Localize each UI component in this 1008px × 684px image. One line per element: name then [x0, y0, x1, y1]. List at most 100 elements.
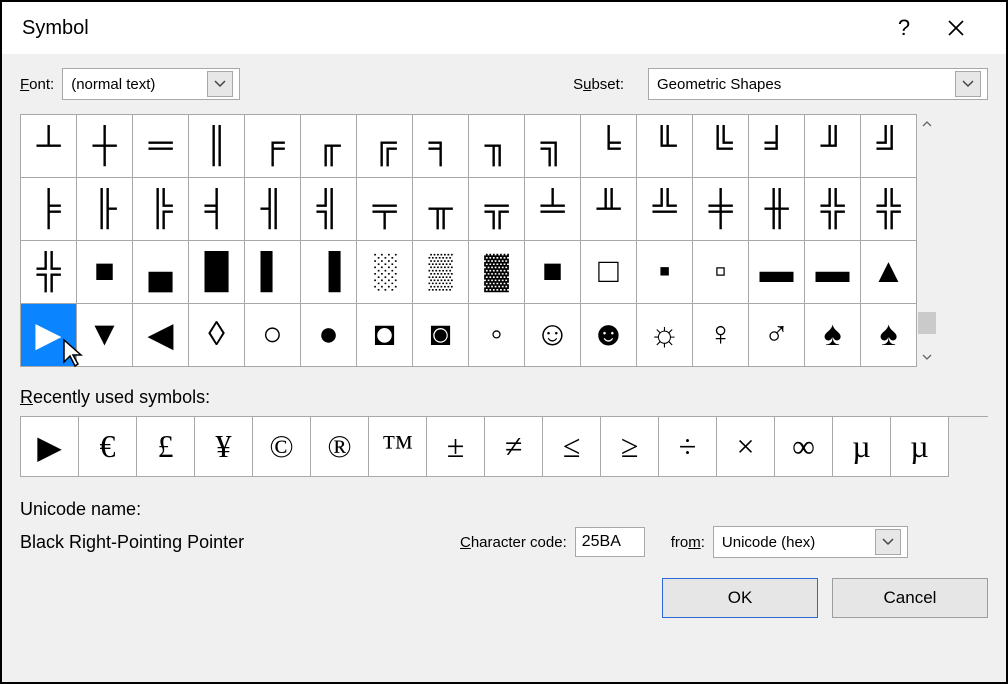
symbol-cell[interactable]: ╠ — [133, 178, 189, 241]
scrollbar-track[interactable] — [917, 134, 937, 347]
scroll-down-icon[interactable] — [917, 347, 937, 367]
symbol-cell[interactable]: █ — [189, 241, 245, 304]
from-dropdown[interactable]: Unicode (hex) — [713, 526, 908, 558]
symbol-cell[interactable]: ═ — [133, 115, 189, 178]
symbol-cell[interactable]: ╨ — [581, 178, 637, 241]
symbol-cell[interactable]: ╬ — [21, 241, 77, 304]
symbol-cell[interactable]: ▐ — [301, 241, 357, 304]
symbol-cell[interactable]: ╙ — [637, 115, 693, 178]
symbol-cell[interactable]: ╕ — [413, 115, 469, 178]
recent-symbol-cell[interactable]: ∞ — [775, 417, 833, 477]
symbol-cell[interactable]: ╧ — [525, 178, 581, 241]
unicode-name-value: Black Right-Pointing Pointer — [20, 532, 460, 553]
symbol-cell[interactable]: ▫ — [693, 241, 749, 304]
window-title: Symbol — [22, 17, 882, 40]
symbol-cell[interactable]: □ — [581, 241, 637, 304]
symbol-cell[interactable]: ╥ — [413, 178, 469, 241]
symbol-cell[interactable]: ╜ — [805, 115, 861, 178]
symbol-cell[interactable]: ╢ — [245, 178, 301, 241]
recent-symbol-cell[interactable]: ® — [311, 417, 369, 477]
symbol-cell[interactable]: ■ — [77, 241, 133, 304]
symbol-cell[interactable]: ╡ — [189, 178, 245, 241]
symbol-cell[interactable]: ♠ — [861, 304, 917, 367]
symbol-cell[interactable]: ╖ — [469, 115, 525, 178]
symbol-cell[interactable]: ╫ — [749, 178, 805, 241]
symbol-cell[interactable]: ▌ — [245, 241, 301, 304]
scrollbar[interactable] — [917, 114, 937, 367]
symbol-cell[interactable]: ■ — [525, 241, 581, 304]
symbol-cell[interactable]: ♠ — [805, 304, 861, 367]
font-dropdown[interactable]: (normal text) — [62, 68, 240, 100]
symbol-cell[interactable]: ☼ — [637, 304, 693, 367]
scrollbar-thumb[interactable] — [918, 312, 936, 334]
ok-button-label: OK — [728, 588, 753, 608]
symbol-cell[interactable]: ◦ — [469, 304, 525, 367]
symbol-cell[interactable]: ☺ — [525, 304, 581, 367]
symbol-cell[interactable]: ╣ — [301, 178, 357, 241]
ok-button[interactable]: OK — [662, 578, 818, 618]
symbol-cell[interactable]: ▲ — [861, 241, 917, 304]
symbol-cell[interactable]: ┼ — [77, 115, 133, 178]
recent-symbol-cell[interactable]: ≥ — [601, 417, 659, 477]
symbol-cell[interactable]: ◊ — [189, 304, 245, 367]
close-button[interactable] — [926, 6, 986, 50]
recent-symbol-cell[interactable]: ± — [427, 417, 485, 477]
symbol-cell[interactable]: ╩ — [637, 178, 693, 241]
symbol-cell[interactable]: ╤ — [357, 178, 413, 241]
symbol-cell[interactable]: ╘ — [581, 115, 637, 178]
symbol-cell[interactable]: ▄ — [133, 241, 189, 304]
recent-symbol-cell[interactable]: ™ — [369, 417, 427, 477]
recent-symbol-cell[interactable]: ≠ — [485, 417, 543, 477]
symbol-cell[interactable]: ╞ — [21, 178, 77, 241]
symbol-cell[interactable]: ╦ — [469, 178, 525, 241]
symbol-cell[interactable]: ╬ — [805, 178, 861, 241]
symbol-cell[interactable]: ╗ — [525, 115, 581, 178]
symbol-cell[interactable]: ░ — [357, 241, 413, 304]
symbol-cell[interactable]: ╝ — [861, 115, 917, 178]
symbol-grid[interactable]: ┴┼═║╒╓╔╕╖╗╘╙╚╛╜╝╞╟╠╡╢╣╤╥╦╧╨╩╪╫╬╬╬■▄█▌▐░▒… — [20, 114, 917, 367]
scroll-up-icon[interactable] — [917, 114, 937, 134]
cancel-button[interactable]: Cancel — [832, 578, 988, 618]
symbol-cell[interactable]: ▶ — [21, 304, 77, 367]
symbol-cell[interactable]: ● — [301, 304, 357, 367]
recent-symbol-cell[interactable]: µ — [833, 417, 891, 477]
symbol-cell[interactable]: ┴ — [21, 115, 77, 178]
symbol-cell[interactable]: ○ — [245, 304, 301, 367]
symbol-cell[interactable]: ╚ — [693, 115, 749, 178]
recent-symbol-cell[interactable]: € — [79, 417, 137, 477]
symbol-cell[interactable]: ╬ — [861, 178, 917, 241]
symbol-cell[interactable]: ▪ — [637, 241, 693, 304]
symbol-cell[interactable]: ║ — [189, 115, 245, 178]
recent-symbol-cell[interactable]: © — [253, 417, 311, 477]
symbol-cell[interactable]: ◀ — [133, 304, 189, 367]
symbol-cell[interactable]: ╛ — [749, 115, 805, 178]
symbol-cell[interactable]: ▒ — [413, 241, 469, 304]
symbol-cell[interactable]: ╓ — [301, 115, 357, 178]
help-button[interactable]: ? — [882, 6, 926, 50]
symbol-cell[interactable]: ╒ — [245, 115, 301, 178]
symbol-cell[interactable]: ◙ — [413, 304, 469, 367]
symbol-cell[interactable]: ▬ — [749, 241, 805, 304]
recent-symbol-cell[interactable]: ▶ — [21, 417, 79, 477]
subset-label: Subset: — [573, 76, 624, 93]
unicode-name-label: Unicode name: — [20, 499, 988, 520]
recent-symbol-cell[interactable]: ÷ — [659, 417, 717, 477]
character-code-input[interactable] — [575, 527, 645, 557]
symbol-cell[interactable]: ╪ — [693, 178, 749, 241]
symbol-cell[interactable]: ▓ — [469, 241, 525, 304]
symbol-cell[interactable]: ♂ — [749, 304, 805, 367]
recent-symbol-cell[interactable]: µ — [891, 417, 949, 477]
symbol-cell[interactable]: ▬ — [805, 241, 861, 304]
recent-symbol-cell[interactable]: ≤ — [543, 417, 601, 477]
symbol-cell[interactable]: ╔ — [357, 115, 413, 178]
symbol-cell[interactable]: ▼ — [77, 304, 133, 367]
symbol-cell[interactable]: ♀ — [693, 304, 749, 367]
recent-symbol-cell[interactable]: ¥ — [195, 417, 253, 477]
from-value: Unicode (hex) — [722, 534, 875, 551]
subset-dropdown[interactable]: Geometric Shapes — [648, 68, 988, 100]
symbol-cell[interactable]: ◘ — [357, 304, 413, 367]
symbol-cell[interactable]: ☻ — [581, 304, 637, 367]
recent-symbol-cell[interactable]: × — [717, 417, 775, 477]
recent-symbol-cell[interactable]: £ — [137, 417, 195, 477]
symbol-cell[interactable]: ╟ — [77, 178, 133, 241]
